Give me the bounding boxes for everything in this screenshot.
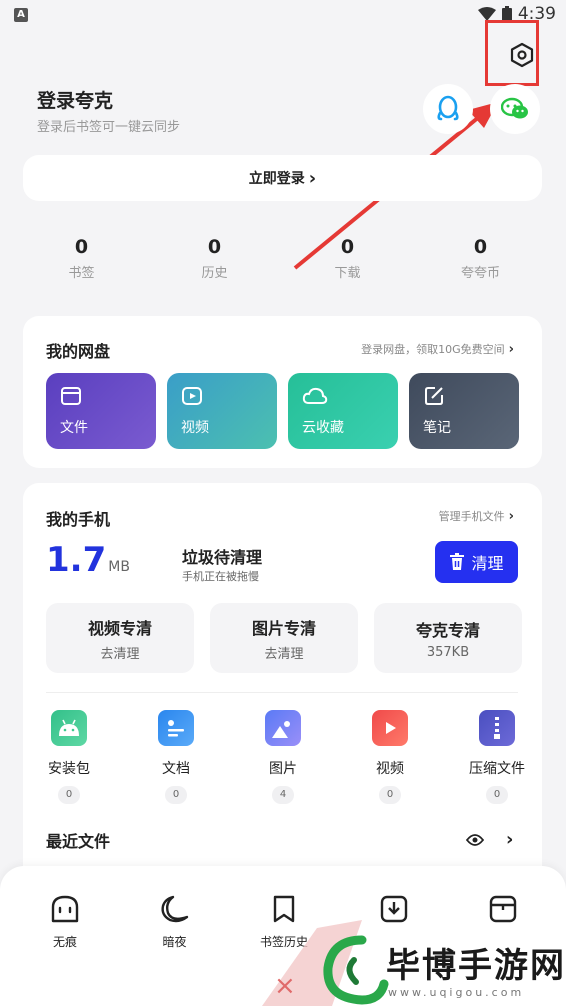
cloud-disk-tiles: 文件 视频 云收藏 笔记 [46, 373, 519, 449]
stat-value: 0 [74, 236, 89, 258]
tile-label: 笔记 [423, 420, 451, 436]
filetype-label: 视频 [376, 761, 404, 777]
junk-title: 垃圾待清理 [182, 548, 263, 567]
stat-value: 0 [473, 236, 488, 258]
tile-label: 云收藏 [302, 420, 344, 436]
page-title[interactable]: 登录夸克 [37, 86, 113, 113]
tile-notes[interactable]: 笔记 [409, 373, 519, 449]
moon-icon [160, 895, 188, 923]
recent-files-actions: › [466, 829, 513, 850]
video-clean-card[interactable]: 视频专清 去清理 [46, 603, 194, 673]
filetype-document[interactable]: 文档 0 [143, 710, 209, 804]
filetype-video[interactable]: 视频 0 [357, 710, 423, 804]
filetype-zip[interactable]: 压缩文件 0 [464, 710, 530, 804]
filetype-count: 0 [379, 786, 401, 804]
filetype-count: 0 [58, 786, 80, 804]
tile-video[interactable]: 视频 [167, 373, 277, 449]
svg-text:×: × [274, 971, 296, 1001]
cloud-icon [302, 387, 328, 404]
nav-label: 无痕 [52, 935, 77, 949]
subcard-sub: 去清理 [264, 646, 304, 662]
chevron-right-icon: › [508, 341, 514, 357]
stat-label: 下载 [334, 266, 361, 281]
zip-icon [479, 710, 515, 746]
note-icon [425, 387, 443, 405]
stat-coins[interactable]: 0 夸夸币 [414, 236, 547, 281]
filetype-label: 文档 [162, 761, 190, 777]
clean-button[interactable]: 清理 [435, 541, 518, 583]
qq-icon [437, 95, 459, 121]
chevron-right-icon[interactable]: › [506, 829, 513, 850]
tile-cloud-favorites[interactable]: 云收藏 [288, 373, 398, 449]
play-icon [182, 387, 202, 405]
cloud-disk-link-label: 登录网盘，领取10G免费空间 [361, 343, 505, 356]
folder-icon [61, 387, 81, 405]
document-icon [158, 710, 194, 746]
stat-downloads[interactable]: 0 下载 [281, 236, 414, 281]
image-icon [265, 710, 301, 746]
cloud-disk-link[interactable]: 登录网盘，领取10G免费空间 › [361, 341, 514, 357]
stat-bookmarks[interactable]: 0 书签 [15, 236, 148, 281]
stat-label: 历史 [201, 266, 228, 281]
watermark-url: www.uqigou.com [388, 986, 525, 999]
chevron-right-icon: › [508, 508, 514, 524]
login-button-label: 立即登录 [248, 171, 305, 187]
stat-value: 0 [207, 236, 222, 258]
subcard-sub: 357KB [426, 644, 470, 660]
video-icon [372, 710, 408, 746]
subcard-title: 视频专清 [87, 618, 152, 638]
tile-files[interactable]: 文件 [46, 373, 156, 449]
stat-label: 书签 [68, 266, 95, 281]
clean-subcards: 视频专清去清理 图片专清去清理 夸克专清 357KB [46, 603, 522, 673]
qq-login-button[interactable] [423, 84, 473, 134]
chevron-right-icon: › [308, 167, 317, 189]
eye-icon[interactable] [466, 833, 484, 847]
quark-clean-card[interactable]: 夸克专清 357KB [374, 603, 522, 673]
nav-label: 暗夜 [162, 935, 187, 949]
recent-files-title: 最近文件 [46, 832, 111, 851]
android-icon [51, 710, 87, 746]
stat-history[interactable]: 0 历史 [148, 236, 281, 281]
status-badge: A [14, 8, 28, 22]
wechat-icon [501, 97, 528, 119]
settings-icon[interactable] [509, 42, 535, 68]
filetype-apk[interactable]: 安装包 0 [36, 710, 102, 804]
nav-incognito[interactable]: 无痕 [20, 893, 110, 950]
my-phone-title: 我的手机 [46, 510, 111, 529]
page-subtitle: 登录后书签可一键云同步 [37, 120, 181, 135]
tile-label: 视频 [181, 420, 209, 436]
manage-files-link[interactable]: 管理手机文件 › [439, 508, 514, 524]
filetype-image[interactable]: 图片 4 [250, 710, 316, 804]
login-button[interactable]: 立即登录 › [23, 155, 542, 201]
stat-value: 0 [340, 236, 355, 258]
incognito-icon [51, 895, 79, 923]
clean-button-label: 清理 [471, 554, 504, 573]
stat-label: 夸夸币 [460, 266, 500, 281]
tile-label: 文件 [60, 420, 88, 436]
junk-size-unit: MB [108, 559, 130, 575]
filetype-count: 0 [486, 786, 508, 804]
junk-size: 1.7 MB [46, 540, 130, 580]
filetype-label: 安装包 [48, 761, 90, 777]
wifi-icon [477, 7, 496, 21]
junk-size-value: 1.7 [46, 540, 107, 580]
junk-subtitle: 手机正在被拖慢 [182, 570, 259, 583]
image-clean-card[interactable]: 图片专清 去清理 [210, 603, 358, 673]
trash-icon [450, 553, 465, 570]
filetype-count: 0 [165, 786, 187, 804]
manage-files-label: 管理手机文件 [438, 510, 505, 523]
wechat-login-button[interactable] [490, 84, 540, 134]
subcard-sub: 去清理 [100, 646, 140, 662]
file-types-row: 安装包 0 文档 0 图片 4 视频 0 压缩文件 0 [36, 710, 530, 804]
subcard-title: 图片专清 [251, 618, 316, 638]
filetype-label: 压缩文件 [469, 761, 525, 777]
cloud-disk-title: 我的网盘 [46, 342, 111, 361]
stats-row: 0 书签 0 历史 0 下载 0 夸夸币 [15, 236, 547, 281]
subcard-title: 夸克专清 [415, 620, 480, 640]
watermark-text: 毕博手游网 [386, 946, 566, 986]
divider [46, 692, 518, 693]
filetype-label: 图片 [269, 761, 297, 777]
nav-night-mode[interactable]: 暗夜 [130, 893, 220, 950]
filetype-count: 4 [272, 786, 294, 804]
